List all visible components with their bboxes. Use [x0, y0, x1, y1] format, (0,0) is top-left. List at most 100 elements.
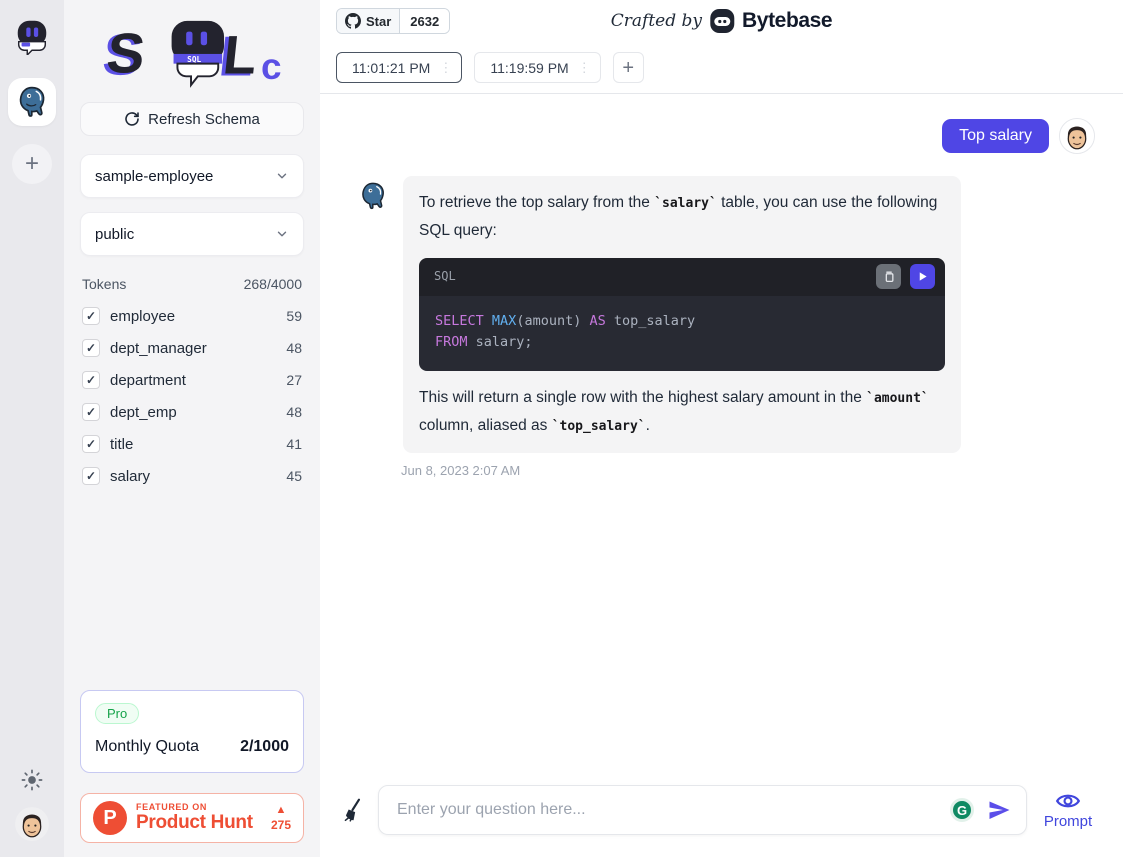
user-face-icon [1060, 119, 1094, 153]
app-window: + [0, 0, 1123, 857]
kebab-menu-icon[interactable]: ⋮ [578, 60, 591, 76]
chevron-down-icon [275, 227, 289, 241]
table-token-count: 59 [286, 308, 302, 324]
inline-code: `amount` [866, 391, 929, 406]
assistant-message-row: To retrieve the top salary from the `sal… [358, 176, 1095, 453]
rail-item-postgres-connection[interactable] [8, 78, 56, 126]
table-token-count: 48 [286, 404, 302, 420]
plus-icon: + [622, 58, 634, 78]
code-line: FROM salary; [435, 332, 929, 354]
table-checkbox[interactable]: ✓ [82, 467, 100, 485]
table-name: dept_emp [110, 404, 276, 421]
postgresql-icon [358, 178, 388, 214]
broom-icon [340, 797, 366, 823]
assistant-message-bubble: To retrieve the top salary from the `sal… [403, 176, 961, 453]
table-checkbox[interactable]: ✓ [82, 307, 100, 325]
code-actions [876, 264, 935, 289]
table-row[interactable]: ✓ title 41 [80, 428, 304, 460]
sqlchat-logo: S S SQL L L c [80, 8, 304, 102]
text-segment: column, aliased as [419, 417, 552, 434]
tokens-label: Tokens [82, 276, 126, 292]
grammarly-icon[interactable]: G [950, 798, 974, 822]
theme-toggle-button[interactable] [21, 769, 43, 791]
user-face-icon [15, 807, 49, 841]
assistant-paragraph: To retrieve the top salary from the `sal… [419, 189, 945, 245]
pro-badge: Pro [95, 703, 139, 724]
svg-text:L: L [220, 25, 260, 86]
quota-label: Monthly Quota [95, 738, 199, 756]
text-segment: To retrieve the top salary from the [419, 194, 654, 211]
table-row[interactable]: ✓department27 [80, 364, 304, 396]
star-label: Star [366, 14, 391, 29]
user-account-avatar[interactable] [15, 807, 49, 841]
crafted-by: Crafted by Bytebase [611, 8, 832, 34]
bytebase-logo-icon [709, 8, 735, 34]
eye-icon [1055, 790, 1081, 812]
svg-text:c: c [261, 46, 282, 87]
send-icon [986, 798, 1012, 822]
new-conversation-button[interactable]: + [613, 52, 644, 83]
code-line: SELECT MAX(amount) AS top_salary [435, 311, 929, 333]
schema-select[interactable]: public [80, 212, 304, 256]
inline-code: `top_salary` [552, 419, 646, 434]
schema-select-value: public [95, 226, 134, 243]
run-query-button[interactable] [910, 264, 935, 289]
github-star-button[interactable]: Star 2632 [336, 8, 450, 34]
add-connection-button[interactable]: + [12, 144, 52, 184]
text-segment: This will return a single row with the h… [419, 389, 866, 406]
table-token-count: 48 [286, 340, 302, 356]
send-button[interactable] [982, 796, 1016, 824]
quota-card: Pro Monthly Quota 2/1000 [80, 690, 304, 773]
code-language-label: SQL [434, 266, 456, 288]
upvote-block: ▲ 275 [271, 805, 291, 832]
table-row[interactable]: ✓ dept_manager 48 [80, 332, 304, 364]
plus-icon: + [25, 152, 39, 176]
product-hunt-logo: P [93, 801, 127, 835]
table-checkbox[interactable]: ✓ [82, 435, 100, 453]
conversation-tab[interactable]: 11:19:59 PM ⋮ [474, 52, 600, 83]
clear-conversation-button[interactable] [340, 797, 366, 823]
assistant-avatar [358, 178, 388, 219]
tab-label: 11:19:59 PM [490, 60, 568, 76]
composer-bar: G Prompt [320, 773, 1123, 857]
crafted-by-label: Crafted by [611, 11, 702, 31]
code-block-header: SQL [419, 258, 945, 296]
refresh-schema-button[interactable]: Refresh Schema [80, 102, 304, 136]
upvote-triangle-icon: ▲ [276, 805, 287, 816]
upvote-count: 275 [271, 818, 291, 832]
table-checkbox[interactable]: ✓ [82, 403, 100, 421]
schema-sidebar: S S SQL L L c Refresh Schema sample-empl… [64, 0, 320, 857]
chat-main: Star 2632 Crafted by Bytebase 11:01:21 P… [320, 0, 1123, 857]
conversation-tab[interactable]: 11:01:21 PM ⋮ [336, 52, 462, 83]
table-name: title [110, 436, 276, 453]
assistant-paragraph: This will return a single row with the h… [419, 384, 945, 440]
product-hunt-text: FEATURED ON Product Hunt [136, 803, 253, 834]
table-name: dept_manager [110, 340, 276, 357]
copy-code-button[interactable] [876, 264, 901, 289]
table-token-count: 45 [286, 468, 302, 484]
quota-row: Monthly Quota 2/1000 [95, 738, 289, 756]
kebab-menu-icon[interactable]: ⋮ [439, 60, 452, 76]
user-message-bubble: Top salary [942, 119, 1049, 153]
question-input[interactable] [395, 800, 950, 820]
connection-select[interactable]: sample-employee [80, 154, 304, 198]
table-row[interactable]: ✓employee59 [80, 300, 304, 332]
table-token-count: 41 [286, 436, 302, 452]
table-checkbox[interactable]: ✓ [82, 339, 100, 357]
quota-value: 2/1000 [240, 738, 289, 756]
table-row[interactable]: ✓ dept_emp 48 [80, 396, 304, 428]
postgresql-icon [15, 85, 49, 119]
star-count: 2632 [400, 9, 449, 33]
sqlchat-bot-icon[interactable] [10, 14, 54, 58]
tab-label: 11:01:21 PM [352, 60, 430, 76]
svg-text:S: S [104, 22, 148, 85]
refresh-icon [124, 111, 140, 127]
table-row[interactable]: ✓salary45 [80, 460, 304, 492]
rail-bottom [15, 769, 49, 841]
prompt-button[interactable]: Prompt [1039, 789, 1097, 831]
prompt-label: Prompt [1044, 813, 1092, 830]
product-hunt-badge[interactable]: P FEATURED ON Product Hunt ▲ 275 [80, 793, 304, 843]
code-block-body: SELECT MAX(amount) AS top_salaryFROM sal… [419, 296, 945, 371]
table-checkbox[interactable]: ✓ [82, 371, 100, 389]
topbar: Star 2632 Crafted by Bytebase [320, 0, 1123, 42]
